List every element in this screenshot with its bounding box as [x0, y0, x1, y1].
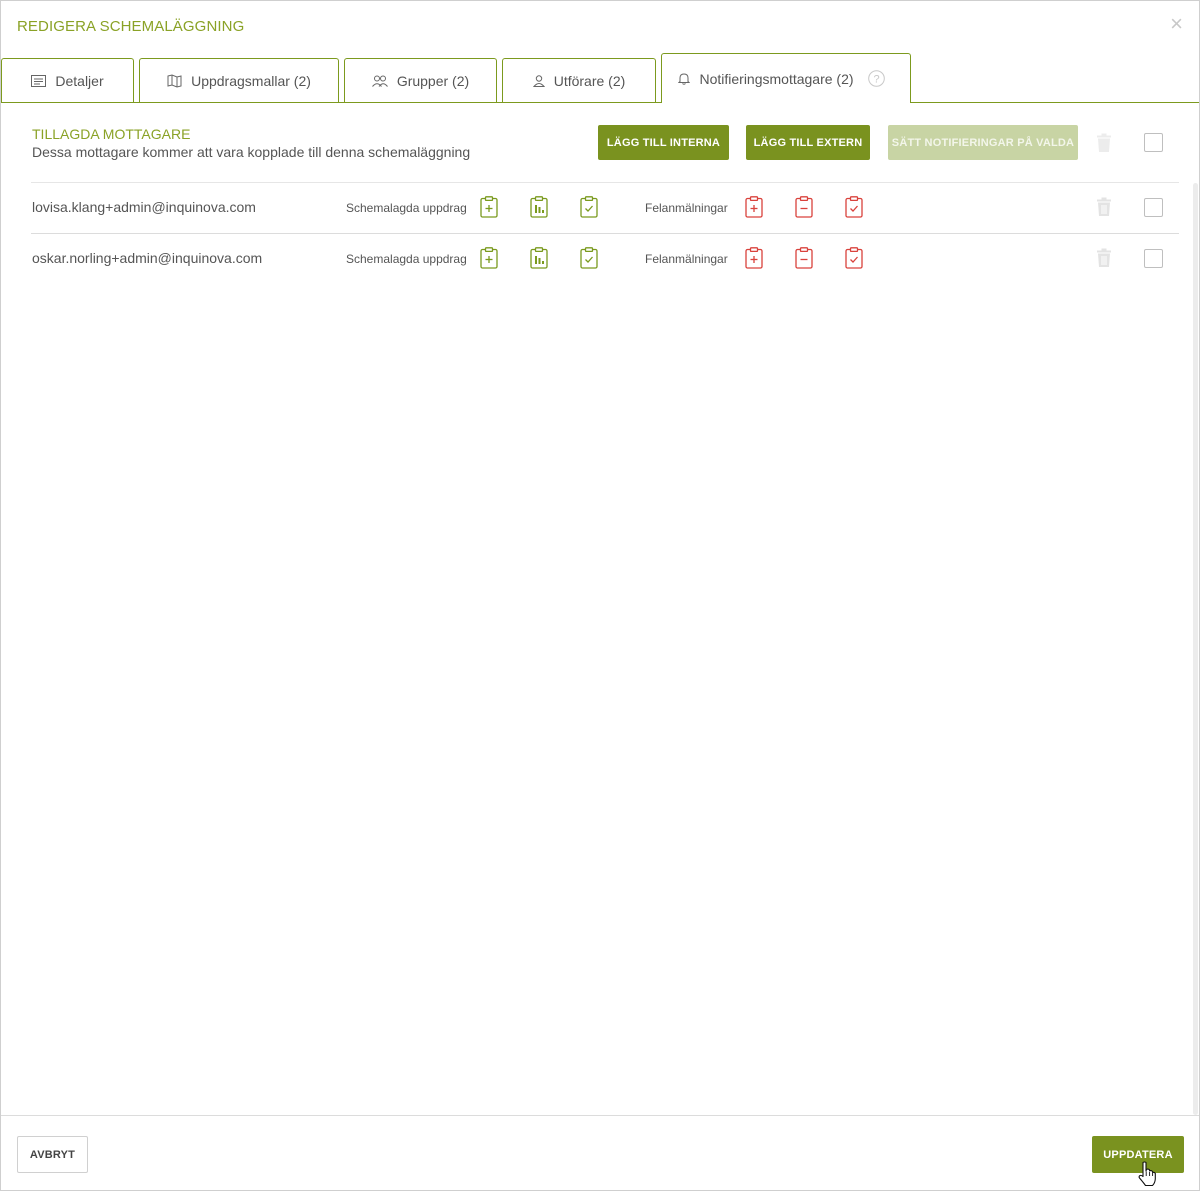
list-icon — [31, 74, 47, 87]
hand-cursor-icon — [1138, 1161, 1156, 1187]
clipboard-minus-icon[interactable] — [795, 196, 813, 218]
bell-icon — [678, 73, 691, 85]
tab-utforare[interactable]: Utförare (2) — [502, 58, 656, 102]
tab-label: Grupper (2) — [396, 72, 470, 89]
tab-notifieringsmottagare[interactable]: Notifieringsmottagare (2) ? — [661, 53, 911, 104]
tab-uppdragsmallar[interactable]: Uppdragsmallar (2) — [139, 58, 339, 102]
trash-icon[interactable] — [1096, 248, 1112, 268]
modal-title: REDIGERA SCHEMALÄGGNING — [17, 18, 245, 35]
row-checkbox[interactable] — [1144, 198, 1163, 217]
tab-label: Detaljer — [55, 72, 104, 89]
recipient-row: lovisa.klang+admin@inquinova.com Schemal… — [1, 183, 1199, 234]
close-icon[interactable]: × — [1170, 13, 1183, 35]
clipboard-plus-icon[interactable] — [745, 196, 763, 218]
clipboard-chart-icon[interactable] — [530, 247, 548, 269]
select-all-checkbox[interactable] — [1144, 133, 1163, 152]
section-subtitle: Dessa mottagare kommer att vara kopplade… — [32, 144, 471, 160]
svg-text:?: ? — [873, 74, 879, 86]
tab-grupper[interactable]: Grupper (2) — [344, 58, 497, 102]
trash-icon[interactable] — [1096, 197, 1112, 217]
tab-detaljer[interactable]: Detaljer — [1, 58, 134, 102]
edit-schedule-modal: REDIGERA SCHEMALÄGGNING × Detaljer Uppdr… — [0, 0, 1200, 1191]
clipboard-chart-icon[interactable] — [530, 196, 548, 218]
clipboard-check-icon[interactable] — [845, 196, 863, 218]
clipboard-check-icon[interactable] — [580, 196, 598, 218]
clipboard-plus-icon[interactable] — [480, 247, 498, 269]
footer-divider — [1, 1115, 1199, 1116]
add-external-button[interactable]: LÄGG TILL EXTERN — [746, 125, 870, 160]
clipboard-check-icon[interactable] — [845, 247, 863, 269]
scheduled-tasks-label: Schemalagda uppdrag — [346, 201, 467, 215]
tab-divider — [1, 102, 1199, 103]
row-checkbox[interactable] — [1144, 249, 1163, 268]
section-title: TILLAGDA MOTTAGARE — [32, 126, 191, 142]
recipient-email: oskar.norling+admin@inquinova.com — [32, 250, 263, 266]
recipient-row: oskar.norling+admin@inquinova.com Schema… — [1, 234, 1199, 284]
clipboard-minus-icon[interactable] — [795, 247, 813, 269]
trash-icon[interactable] — [1096, 133, 1112, 153]
clipboard-plus-icon[interactable] — [480, 196, 498, 218]
scheduled-tasks-label: Schemalagda uppdrag — [346, 252, 467, 266]
clipboard-check-icon[interactable] — [580, 247, 598, 269]
tab-label: Utförare (2) — [553, 72, 626, 89]
add-internal-button[interactable]: LÄGG TILL INTERNA — [598, 125, 729, 160]
help-icon[interactable]: ? — [867, 70, 885, 87]
scrollbar[interactable] — [1193, 183, 1198, 1115]
fault-reports-label: Felanmälningar — [645, 201, 728, 215]
recipient-email: lovisa.klang+admin@inquinova.com — [32, 199, 256, 215]
fault-reports-label: Felanmälningar — [645, 252, 728, 266]
users-icon — [371, 75, 388, 87]
cancel-button[interactable]: AVBRYT — [17, 1136, 88, 1173]
set-notifications-button[interactable]: SÄTT NOTIFIERINGAR PÅ VALDA — [888, 125, 1078, 160]
clipboard-plus-icon[interactable] — [745, 247, 763, 269]
tab-label: Uppdragsmallar (2) — [191, 72, 311, 89]
map-icon — [167, 73, 182, 88]
user-icon — [532, 74, 545, 87]
tab-label: Notifieringsmottagare (2) — [699, 70, 854, 87]
